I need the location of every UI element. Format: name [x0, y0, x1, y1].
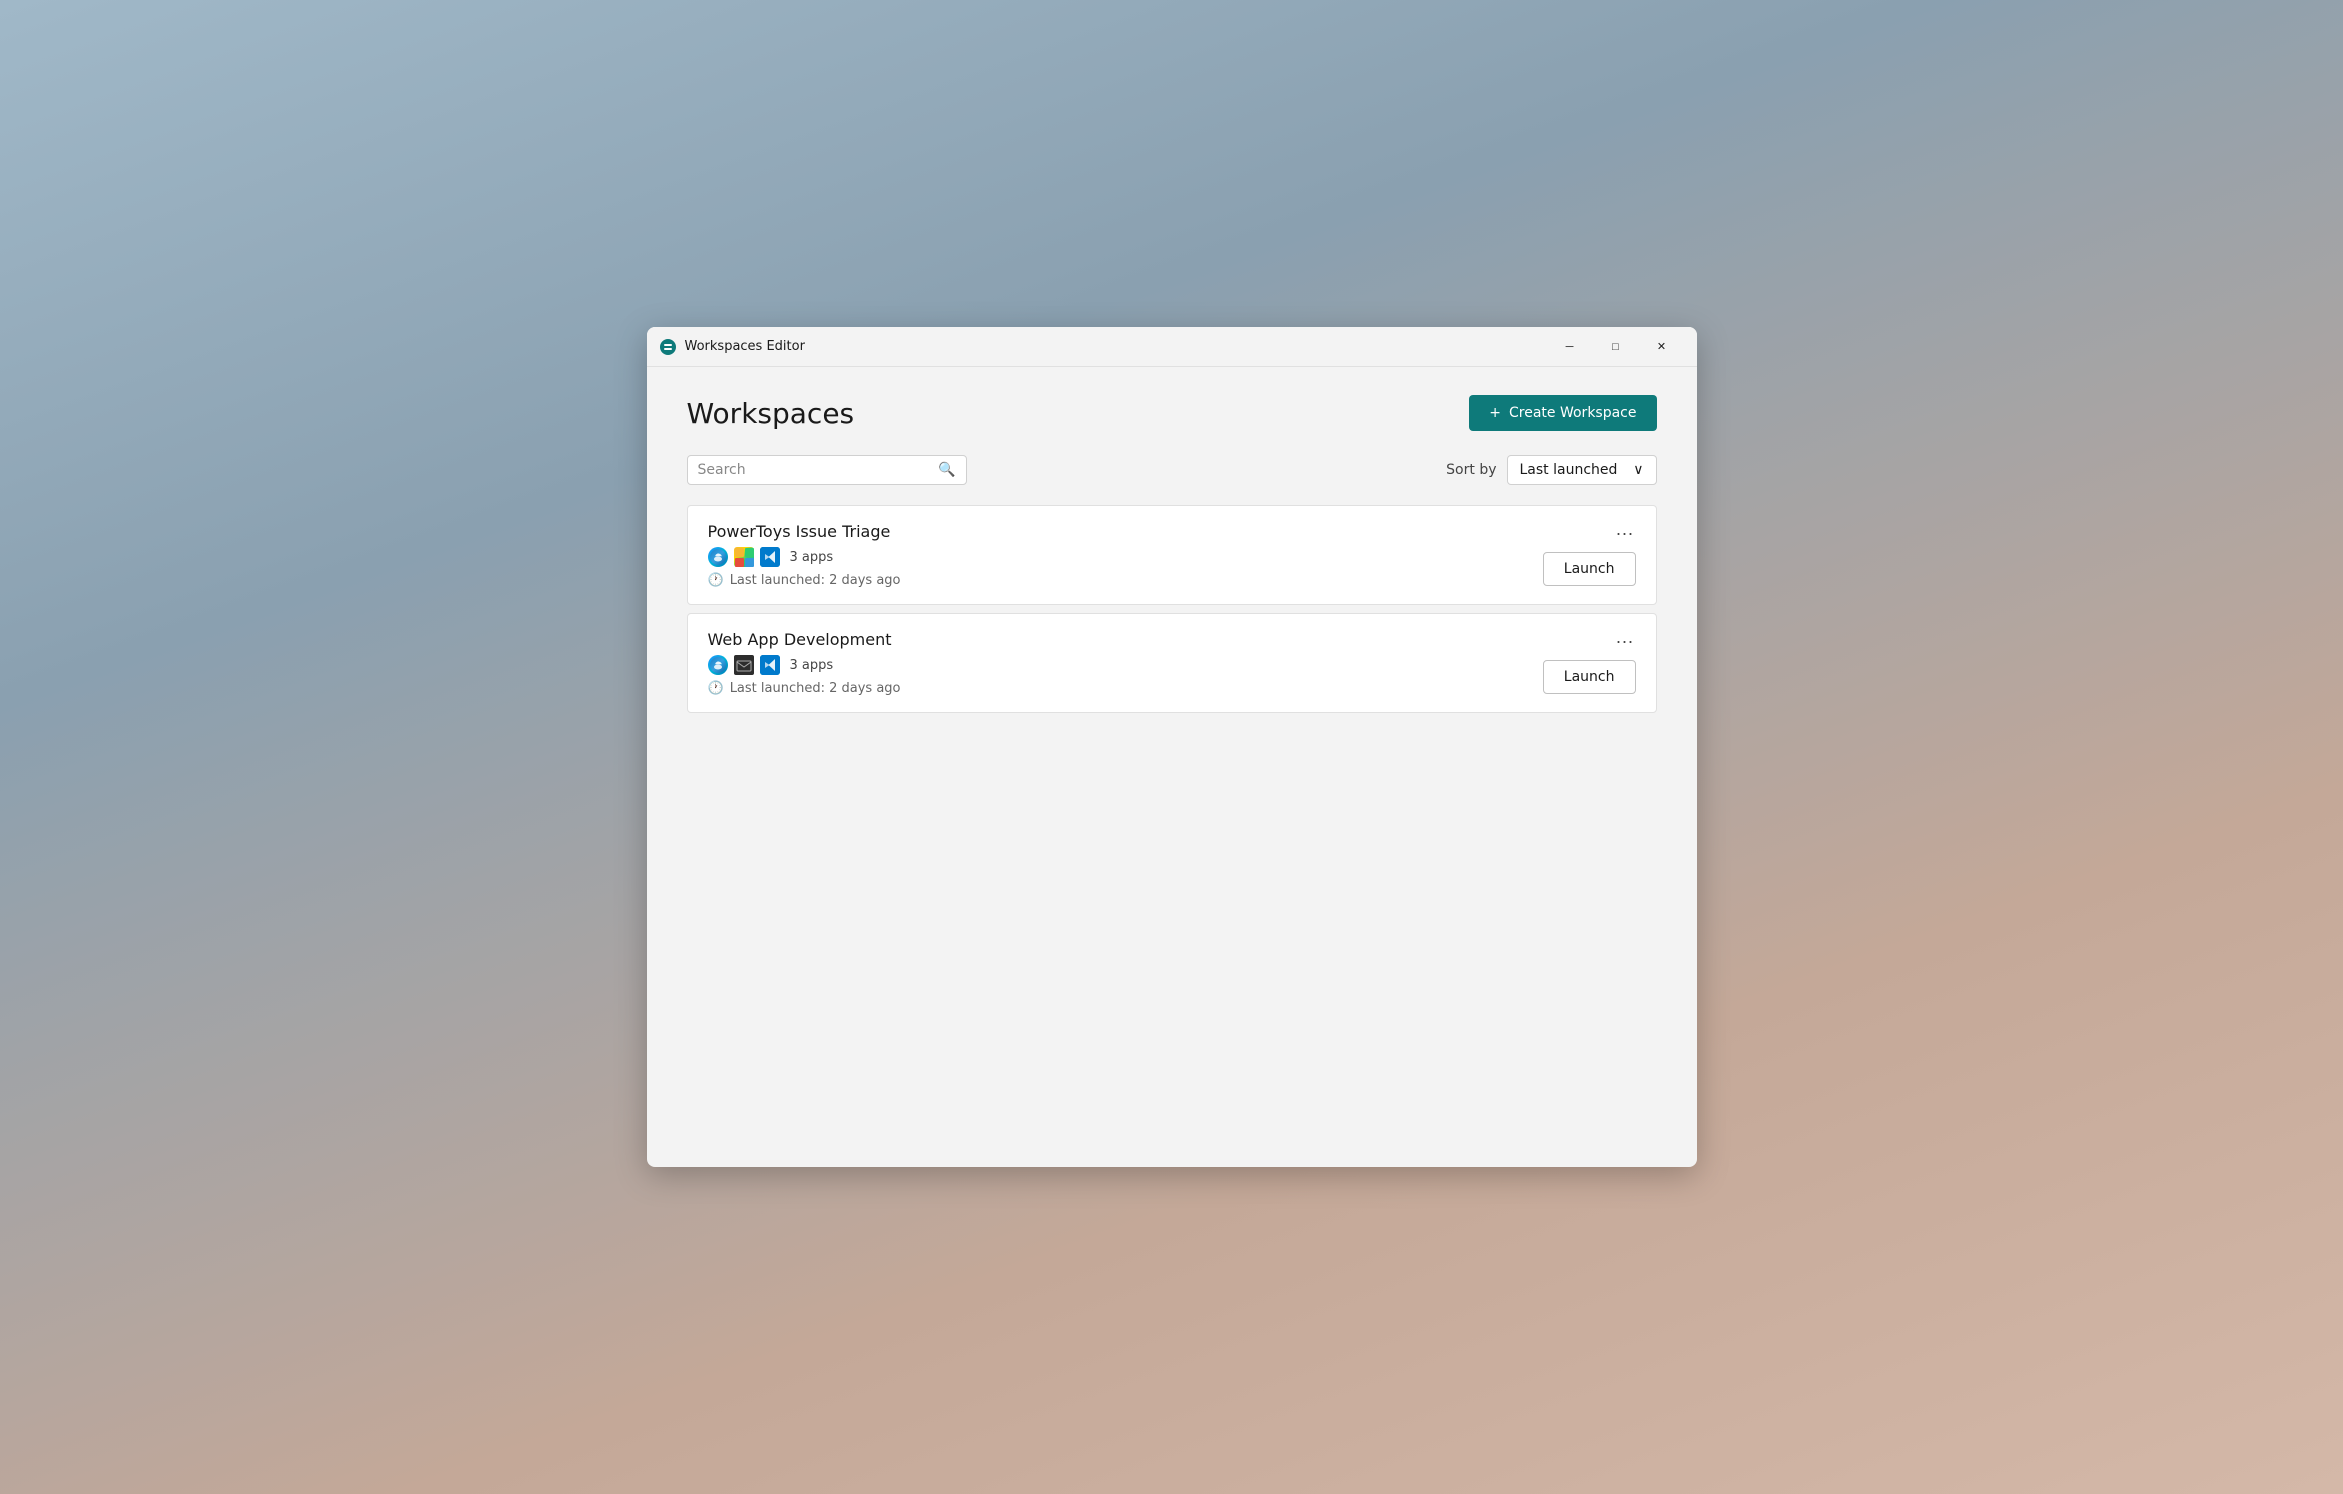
- maximize-button[interactable]: □: [1593, 331, 1639, 363]
- workspace-apps-row: 3 apps: [708, 547, 901, 567]
- launch-button[interactable]: Launch: [1543, 552, 1636, 586]
- workspace-card-left: PowerToys Issue Triage: [708, 522, 901, 588]
- create-workspace-label: Create Workspace: [1509, 405, 1637, 421]
- more-options-button[interactable]: ···: [1608, 520, 1642, 546]
- window-title: Workspaces Editor: [685, 339, 1547, 354]
- sort-dropdown[interactable]: Last launched ∨: [1507, 455, 1657, 485]
- workspace-card: Web App Development: [687, 613, 1657, 713]
- clock-icon: 🕐: [708, 681, 724, 696]
- mail-icon: [734, 655, 754, 675]
- app-icon: [659, 338, 677, 356]
- main-content: Workspaces + Create Workspace 🔍 Sort by …: [647, 367, 1697, 1167]
- header-row: Workspaces + Create Workspace: [687, 395, 1657, 431]
- apps-count: 3 apps: [790, 658, 834, 673]
- sort-row: Sort by Last launched ∨: [1446, 455, 1656, 485]
- last-launched: 🕐 Last launched: 2 days ago: [708, 573, 901, 588]
- plus-icon: +: [1489, 405, 1501, 421]
- create-workspace-button[interactable]: + Create Workspace: [1469, 395, 1656, 431]
- controls-row: 🔍 Sort by Last launched ∨: [687, 455, 1657, 485]
- chevron-down-icon: ∨: [1633, 462, 1643, 478]
- page-title: Workspaces: [687, 397, 855, 430]
- last-launched: 🕐 Last launched: 2 days ago: [708, 681, 901, 696]
- clock-icon: 🕐: [708, 573, 724, 588]
- workspace-card: PowerToys Issue Triage: [687, 505, 1657, 605]
- window-controls: ─ □ ✕: [1547, 331, 1685, 363]
- workspace-list: PowerToys Issue Triage: [687, 505, 1657, 721]
- last-launched-text: Last launched: 2 days ago: [730, 681, 901, 696]
- sort-by-label: Sort by: [1446, 462, 1496, 478]
- titlebar: Workspaces Editor ─ □ ✕: [647, 327, 1697, 367]
- search-box: 🔍: [687, 455, 967, 485]
- apps-count: 3 apps: [790, 550, 834, 565]
- last-launched-text: Last launched: 2 days ago: [730, 573, 901, 588]
- minimize-button[interactable]: ─: [1547, 331, 1593, 363]
- more-options-button[interactable]: ···: [1608, 628, 1642, 654]
- launch-button[interactable]: Launch: [1543, 660, 1636, 694]
- edge-icon: [708, 547, 728, 567]
- search-input[interactable]: [698, 462, 931, 478]
- workspace-apps-row: 3 apps: [708, 655, 901, 675]
- sort-current-value: Last launched: [1520, 462, 1618, 478]
- app-window: Workspaces Editor ─ □ ✕ Workspaces + Cre…: [647, 327, 1697, 1167]
- workspace-name: PowerToys Issue Triage: [708, 522, 901, 541]
- vscode-icon: [760, 655, 780, 675]
- close-button[interactable]: ✕: [1639, 331, 1685, 363]
- search-icon: 🔍: [938, 462, 955, 478]
- workspace-card-left: Web App Development: [708, 630, 901, 696]
- edge-icon: [708, 655, 728, 675]
- workspace-name: Web App Development: [708, 630, 901, 649]
- store-icon: [734, 547, 754, 567]
- vscode-icon: [760, 547, 780, 567]
